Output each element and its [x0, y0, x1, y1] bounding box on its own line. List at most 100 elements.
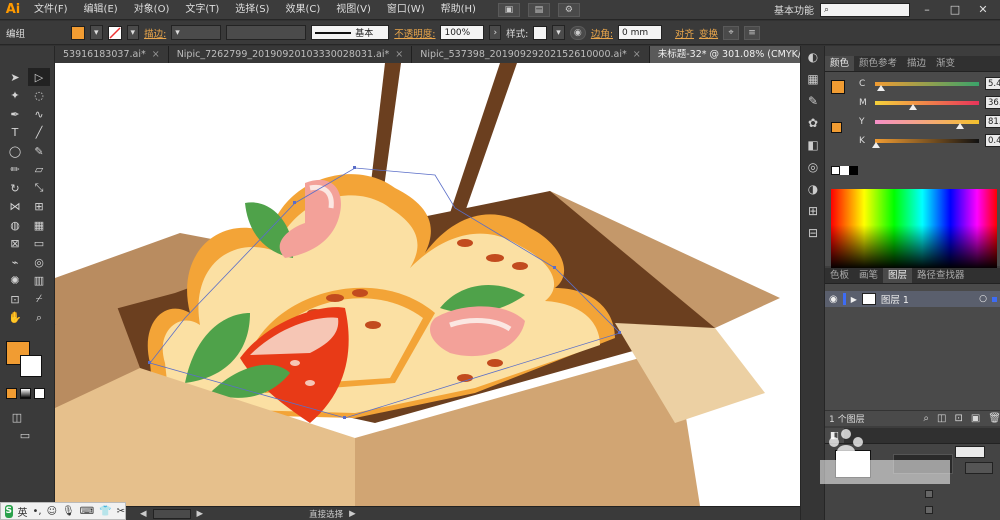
brushes-panel-icon[interactable]: ✎ — [801, 90, 825, 112]
menu-window[interactable]: 窗口(W) — [379, 0, 433, 20]
tab-document-4[interactable]: 未标题-32* @ 301.08% (CMYK/预览)× — [649, 46, 800, 63]
menu-help[interactable]: 帮助(H) — [433, 0, 484, 20]
panel-fill-swatch[interactable] — [831, 80, 845, 94]
tab-swatches[interactable]: 色板 — [825, 268, 854, 283]
locate-object-icon[interactable]: ⌕ — [923, 413, 929, 424]
fill-dropdown[interactable]: ▾ — [90, 25, 103, 40]
swatches-panel-icon[interactable]: ▦ — [801, 68, 825, 90]
panel-menu-icon[interactable]: ≡ — [744, 25, 761, 40]
artboard-canvas[interactable] — [55, 63, 800, 506]
menu-select[interactable]: 选择(S) — [227, 0, 277, 20]
tab-gradient[interactable]: 渐变 — [931, 56, 960, 71]
delete-icon[interactable]: 🗑 — [988, 413, 1000, 424]
panel-color-chip[interactable] — [831, 122, 842, 133]
screen-mode-icon[interactable]: ▭ — [14, 426, 36, 444]
invert-mask-checkbox[interactable] — [925, 506, 933, 514]
target-icon[interactable]: ○ — [979, 294, 987, 304]
clipping-mask-icon[interactable]: ◫ — [937, 413, 946, 424]
line-tool-icon[interactable]: ╱ — [28, 124, 50, 142]
close-icon[interactable]: × — [395, 46, 403, 63]
curvature-tool-icon[interactable]: ∿ — [28, 105, 50, 123]
tab-layers[interactable]: 图层 — [883, 268, 913, 283]
slider-black[interactable]: K 0.47 — [849, 131, 1000, 150]
tab-pathfinder[interactable]: 路径查找器 — [912, 268, 970, 283]
stroke-link[interactable]: 描边: — [144, 26, 166, 40]
corner-link[interactable]: 边角: — [591, 26, 613, 40]
tab-document-2[interactable]: Nipic_7262799_20190920103330028031.ai* × — [168, 46, 413, 63]
rotate-tool-icon[interactable]: ↻ — [4, 179, 26, 197]
appearance-panel-icon[interactable]: ◎ — [801, 156, 825, 178]
graphic-style-dropdown[interactable]: ▾ — [552, 25, 565, 40]
tab-brushes[interactable]: 画笔 — [854, 268, 883, 283]
expand-arrow-icon[interactable]: ▶ — [851, 295, 857, 304]
gradient-tool-icon[interactable]: ▭ — [28, 235, 50, 253]
pencil-tool-icon[interactable]: ✏ — [4, 161, 26, 179]
opacity-mask-thumbnail[interactable] — [893, 454, 953, 474]
color-panel-icon[interactable]: ◐ — [801, 46, 825, 68]
workspace-switcher[interactable]: 基本功能 — [774, 2, 814, 17]
free-transform-tool-icon[interactable]: ⊞ — [28, 198, 50, 216]
input-method-logo-icon[interactable]: S — [5, 504, 13, 518]
ime-language-label[interactable]: 英 — [18, 504, 28, 519]
transparency-opacity-field[interactable] — [955, 446, 985, 458]
slider-cyan[interactable]: C 5.4 — [849, 74, 1000, 93]
layer-row[interactable]: ◉ ▶ 图层 1 ○ — [825, 291, 1000, 307]
new-sublayer-icon[interactable]: ⊡ — [954, 413, 962, 424]
close-icon[interactable]: × — [633, 46, 641, 63]
stroke-color-box[interactable] — [20, 355, 42, 377]
shape-builder-tool-icon[interactable]: ◍ — [4, 216, 26, 234]
close-icon[interactable]: × — [152, 46, 160, 63]
ellipse-tool-icon[interactable]: ◯ — [4, 142, 26, 160]
artboard-tool-icon[interactable]: ⊡ — [4, 290, 26, 308]
keyboard-icon[interactable]: ⌨ — [80, 506, 94, 517]
transform-panel-icon[interactable]: ⊞ — [801, 200, 825, 222]
brush-definition-dropdown[interactable]: 基本 — [311, 25, 390, 40]
transparency-panel-icon[interactable]: ◑ — [801, 178, 825, 200]
maximize-icon[interactable]: □ — [944, 2, 966, 18]
slider-value[interactable]: 36.76 — [985, 96, 1000, 109]
lasso-tool-icon[interactable]: ◌ — [28, 87, 50, 105]
none-white-black-swatches[interactable] — [831, 166, 858, 175]
slider-knob[interactable] — [909, 103, 918, 110]
clip-checkbox[interactable] — [925, 490, 933, 498]
eraser-tool-icon[interactable]: ▱ — [28, 161, 50, 179]
emoji-icon[interactable]: ☺ — [47, 506, 57, 517]
stroke-swatch[interactable] — [107, 25, 122, 40]
slider-knob[interactable] — [876, 84, 885, 91]
close-icon[interactable]: ✕ — [972, 2, 994, 18]
align-link[interactable]: 对齐 — [675, 26, 694, 40]
isolate-group-icon[interactable]: ⌖ — [723, 25, 740, 40]
selection-tool-icon[interactable]: ➤ — [4, 68, 26, 86]
stroke-dropdown[interactable]: ▾ — [126, 25, 140, 40]
punctuation-icon[interactable]: •, — [33, 506, 42, 517]
menu-object[interactable]: 对象(O) — [126, 0, 178, 20]
type-tool-icon[interactable]: T — [4, 124, 26, 142]
slider-value[interactable]: 5.4 — [985, 77, 1000, 90]
arrange-documents-icon[interactable]: ▤ — [527, 2, 550, 17]
draw-mode-icon[interactable]: ◫ — [6, 408, 28, 426]
opacity-field[interactable]: 100% — [440, 25, 485, 40]
graphic-styles-panel-icon[interactable]: ◧ — [801, 134, 825, 156]
skin-icon[interactable]: 👕 — [99, 506, 111, 517]
perspective-grid-tool-icon[interactable]: ▦ — [28, 216, 50, 234]
menu-type[interactable]: 文字(T) — [177, 0, 227, 20]
direct-selection-tool-icon[interactable]: ▷ — [28, 68, 50, 86]
menu-file[interactable]: 文件(F) — [26, 0, 76, 20]
layer-name[interactable]: 图层 1 — [881, 292, 974, 306]
slider-track[interactable] — [875, 119, 979, 129]
tools-icon[interactable]: ✂ — [117, 506, 125, 517]
artboard-nav-icon[interactable]: ◀ — [140, 509, 147, 519]
bridge-icon[interactable]: ▣ — [497, 2, 520, 17]
hand-tool-icon[interactable]: ✋ — [4, 309, 26, 327]
color-mode-icon[interactable] — [6, 388, 17, 399]
minimize-icon[interactable]: – — [916, 2, 938, 18]
tab-document-3[interactable]: Nipic_537398_20190929202152610000.ai* × — [412, 46, 650, 63]
fill-swatch[interactable] — [71, 25, 85, 40]
slider-yellow[interactable]: Y 81.31 — [849, 112, 1000, 131]
width-tool-icon[interactable]: ⋈ — [4, 198, 26, 216]
mesh-tool-icon[interactable]: ⊠ — [4, 235, 26, 253]
tab-color[interactable]: 颜色 — [825, 56, 855, 71]
tab-color-guide[interactable]: 颜色参考 — [854, 56, 902, 71]
magic-wand-tool-icon[interactable]: ✦ — [4, 87, 26, 105]
slider-knob[interactable] — [955, 122, 964, 129]
